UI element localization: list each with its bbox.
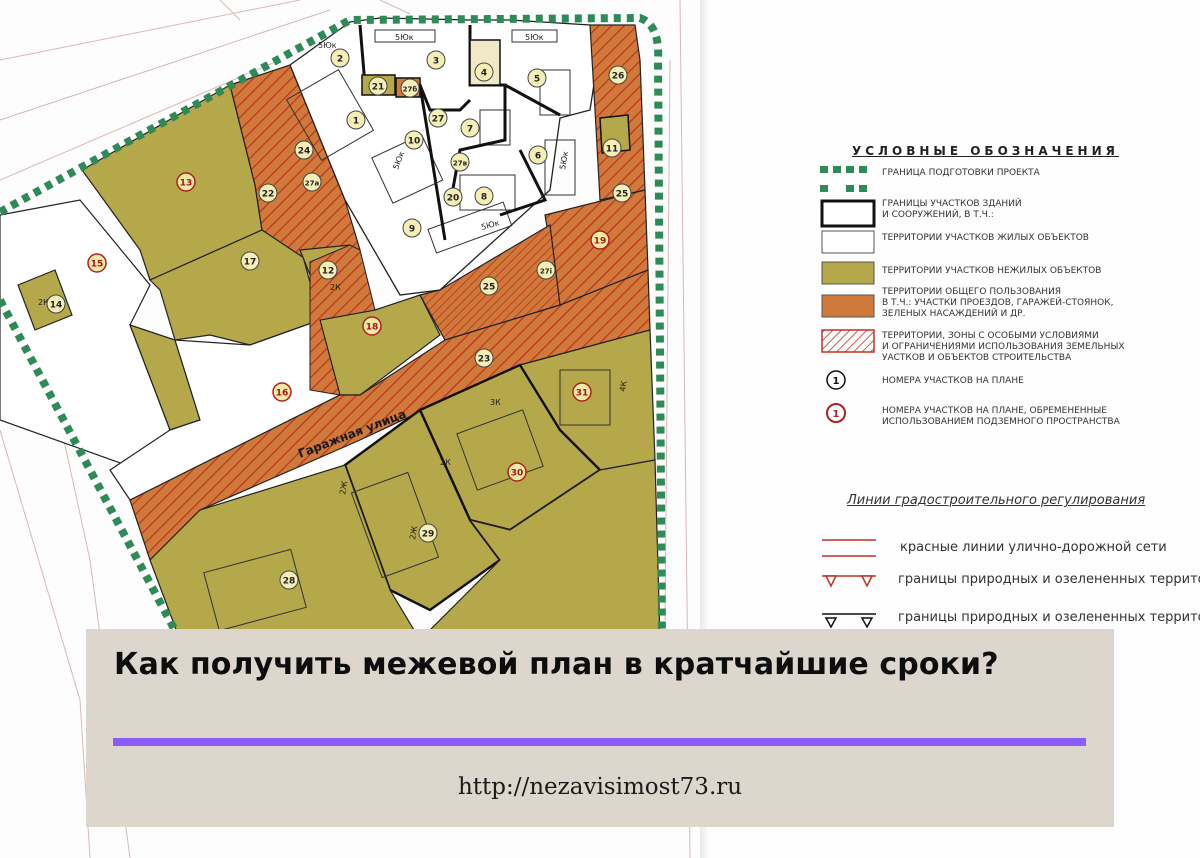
parcel-number-label: 27б	[403, 86, 418, 94]
legend-number-label: 1	[833, 376, 840, 387]
legend-item-parcel-borders: ГРАНИЦЫ УЧАСТКОВ ЗДАНИЙ И СООРУЖЕНИЙ, В …	[882, 199, 1022, 220]
parcel-number-label: 21	[372, 83, 385, 93]
parcel-number-label: 10	[408, 137, 421, 147]
legend-item-nonresidential: ТЕРРИТОРИИ УЧАСТКОВ НЕЖИЛЫХ ОБЪЕКТОВ	[882, 266, 1102, 276]
parcel-number-label: 27	[432, 115, 445, 125]
parcel-number-label: 28	[283, 577, 296, 587]
parcel-number-label: 30	[511, 469, 524, 479]
building-label: 5Юк	[318, 41, 337, 50]
parcel-number-label: 7	[467, 125, 473, 135]
image-canvas: Гаражная улица 5Юк 5Юк 5Юк 5Юк 5Юк 5Юк 2…	[0, 0, 1200, 858]
legend-parcel-border	[820, 199, 876, 228]
legend-item-common: ТЕРРИТОРИИ ОБЩЕГО ПОЛЬЗОВАНИЯ В Т.Ч.: УЧ…	[882, 287, 1114, 319]
legend-item-special-zones: ТЕРРИТОРИИ, ЗОНЫ С ОСОБЫМИ УСЛОВИЯМИ И О…	[882, 331, 1125, 363]
parcel-number-label: 4	[481, 69, 487, 79]
parcel-number-label: 5	[534, 75, 540, 85]
parcel-number-label: 8	[481, 193, 487, 203]
building-label: 2К	[440, 458, 451, 467]
legend-item-boundary: ГРАНИЦА ПОДГОТОВКИ ПРОЕКТА	[882, 168, 1040, 178]
building-label: 2К	[330, 283, 341, 292]
article-card: Как получить межевой план в кратчайшие с…	[86, 629, 1114, 827]
legend-item-residential: ТЕРРИТОРИИ УЧАСТКОВ ЖИЛЫХ ОБЪЕКТОВ	[882, 233, 1089, 243]
legend-line-green-2: границы природных и озелененных террито	[898, 610, 1200, 625]
parcel-number-label: 15	[91, 260, 104, 270]
legend-hatch-swatch	[821, 329, 875, 353]
legend-item-numbers: НОМЕРА УЧАСТКОВ НА ПЛАНЕ	[882, 376, 1024, 386]
building-label: 5Юк	[395, 33, 414, 42]
parcel-number-label: 22	[262, 190, 275, 200]
parcel-number-label: 27і	[540, 268, 552, 276]
legend-line-red: красные линии улично-дорожной сети	[900, 540, 1167, 555]
parcel-number-label: 27в	[453, 160, 468, 168]
parcel-number-label: 6	[535, 152, 541, 162]
site-url: http://nezavisimost73.ru	[457, 774, 743, 800]
parcel-number-label: 29	[422, 530, 435, 540]
article-title: Как получить межевой план в кратчайшие с…	[114, 647, 999, 682]
parcel-number-label: 9	[409, 225, 415, 235]
legend-item-numbers-underground: НОМЕРА УЧАСТКОВ НА ПЛАНЕ, ОБРЕМЕНЕННЫЕ И…	[882, 406, 1120, 427]
parcel-number-label: 1	[353, 117, 359, 127]
legend-line-green-1: границы природных и озелененных террито	[898, 572, 1200, 587]
parcel-number-label: 31	[576, 389, 589, 399]
building-label: 3К	[490, 398, 501, 407]
parcel-number-label: 20	[447, 194, 460, 204]
legend-title: УСЛОВНЫЕ ОБОЗНАЧЕНИЯ	[852, 144, 1119, 158]
parcel-number-label: 3	[433, 57, 439, 67]
parcel-number-label: 13	[180, 179, 193, 189]
parcel-number-label: 14	[50, 301, 63, 311]
parcel-number-label: 25	[483, 283, 496, 293]
legend-number-label-red: 1	[833, 409, 840, 420]
building-label: 4К	[618, 380, 629, 392]
parcel-number-label: 2	[337, 55, 343, 65]
parcel-number-label: 17	[244, 258, 257, 268]
parcel-number-label: 18	[366, 323, 379, 333]
parcel-number-label: 11	[606, 145, 619, 155]
parcel-number-label: 27а	[305, 180, 320, 188]
parcel-26-hatch	[589, 24, 646, 201]
parcel-number-label: 16	[276, 389, 289, 399]
legend-lines-title: Линии градостроительного регулирования	[847, 493, 1146, 508]
parcel-number-label: 19	[594, 237, 607, 247]
parcel-number-label: 12	[322, 267, 335, 277]
legend-common-swatch	[821, 294, 875, 318]
parcel-number-label: 24	[298, 147, 311, 157]
parcel-number-label: 26	[612, 72, 625, 82]
building-label: 5Юк	[525, 33, 544, 42]
parcel-number-label: 25	[616, 190, 629, 200]
accent-divider	[113, 738, 1086, 746]
parcel-number-label: 23	[478, 355, 491, 365]
legend-residential-swatch	[821, 230, 875, 254]
legend-nonresidential-swatch	[821, 261, 875, 285]
